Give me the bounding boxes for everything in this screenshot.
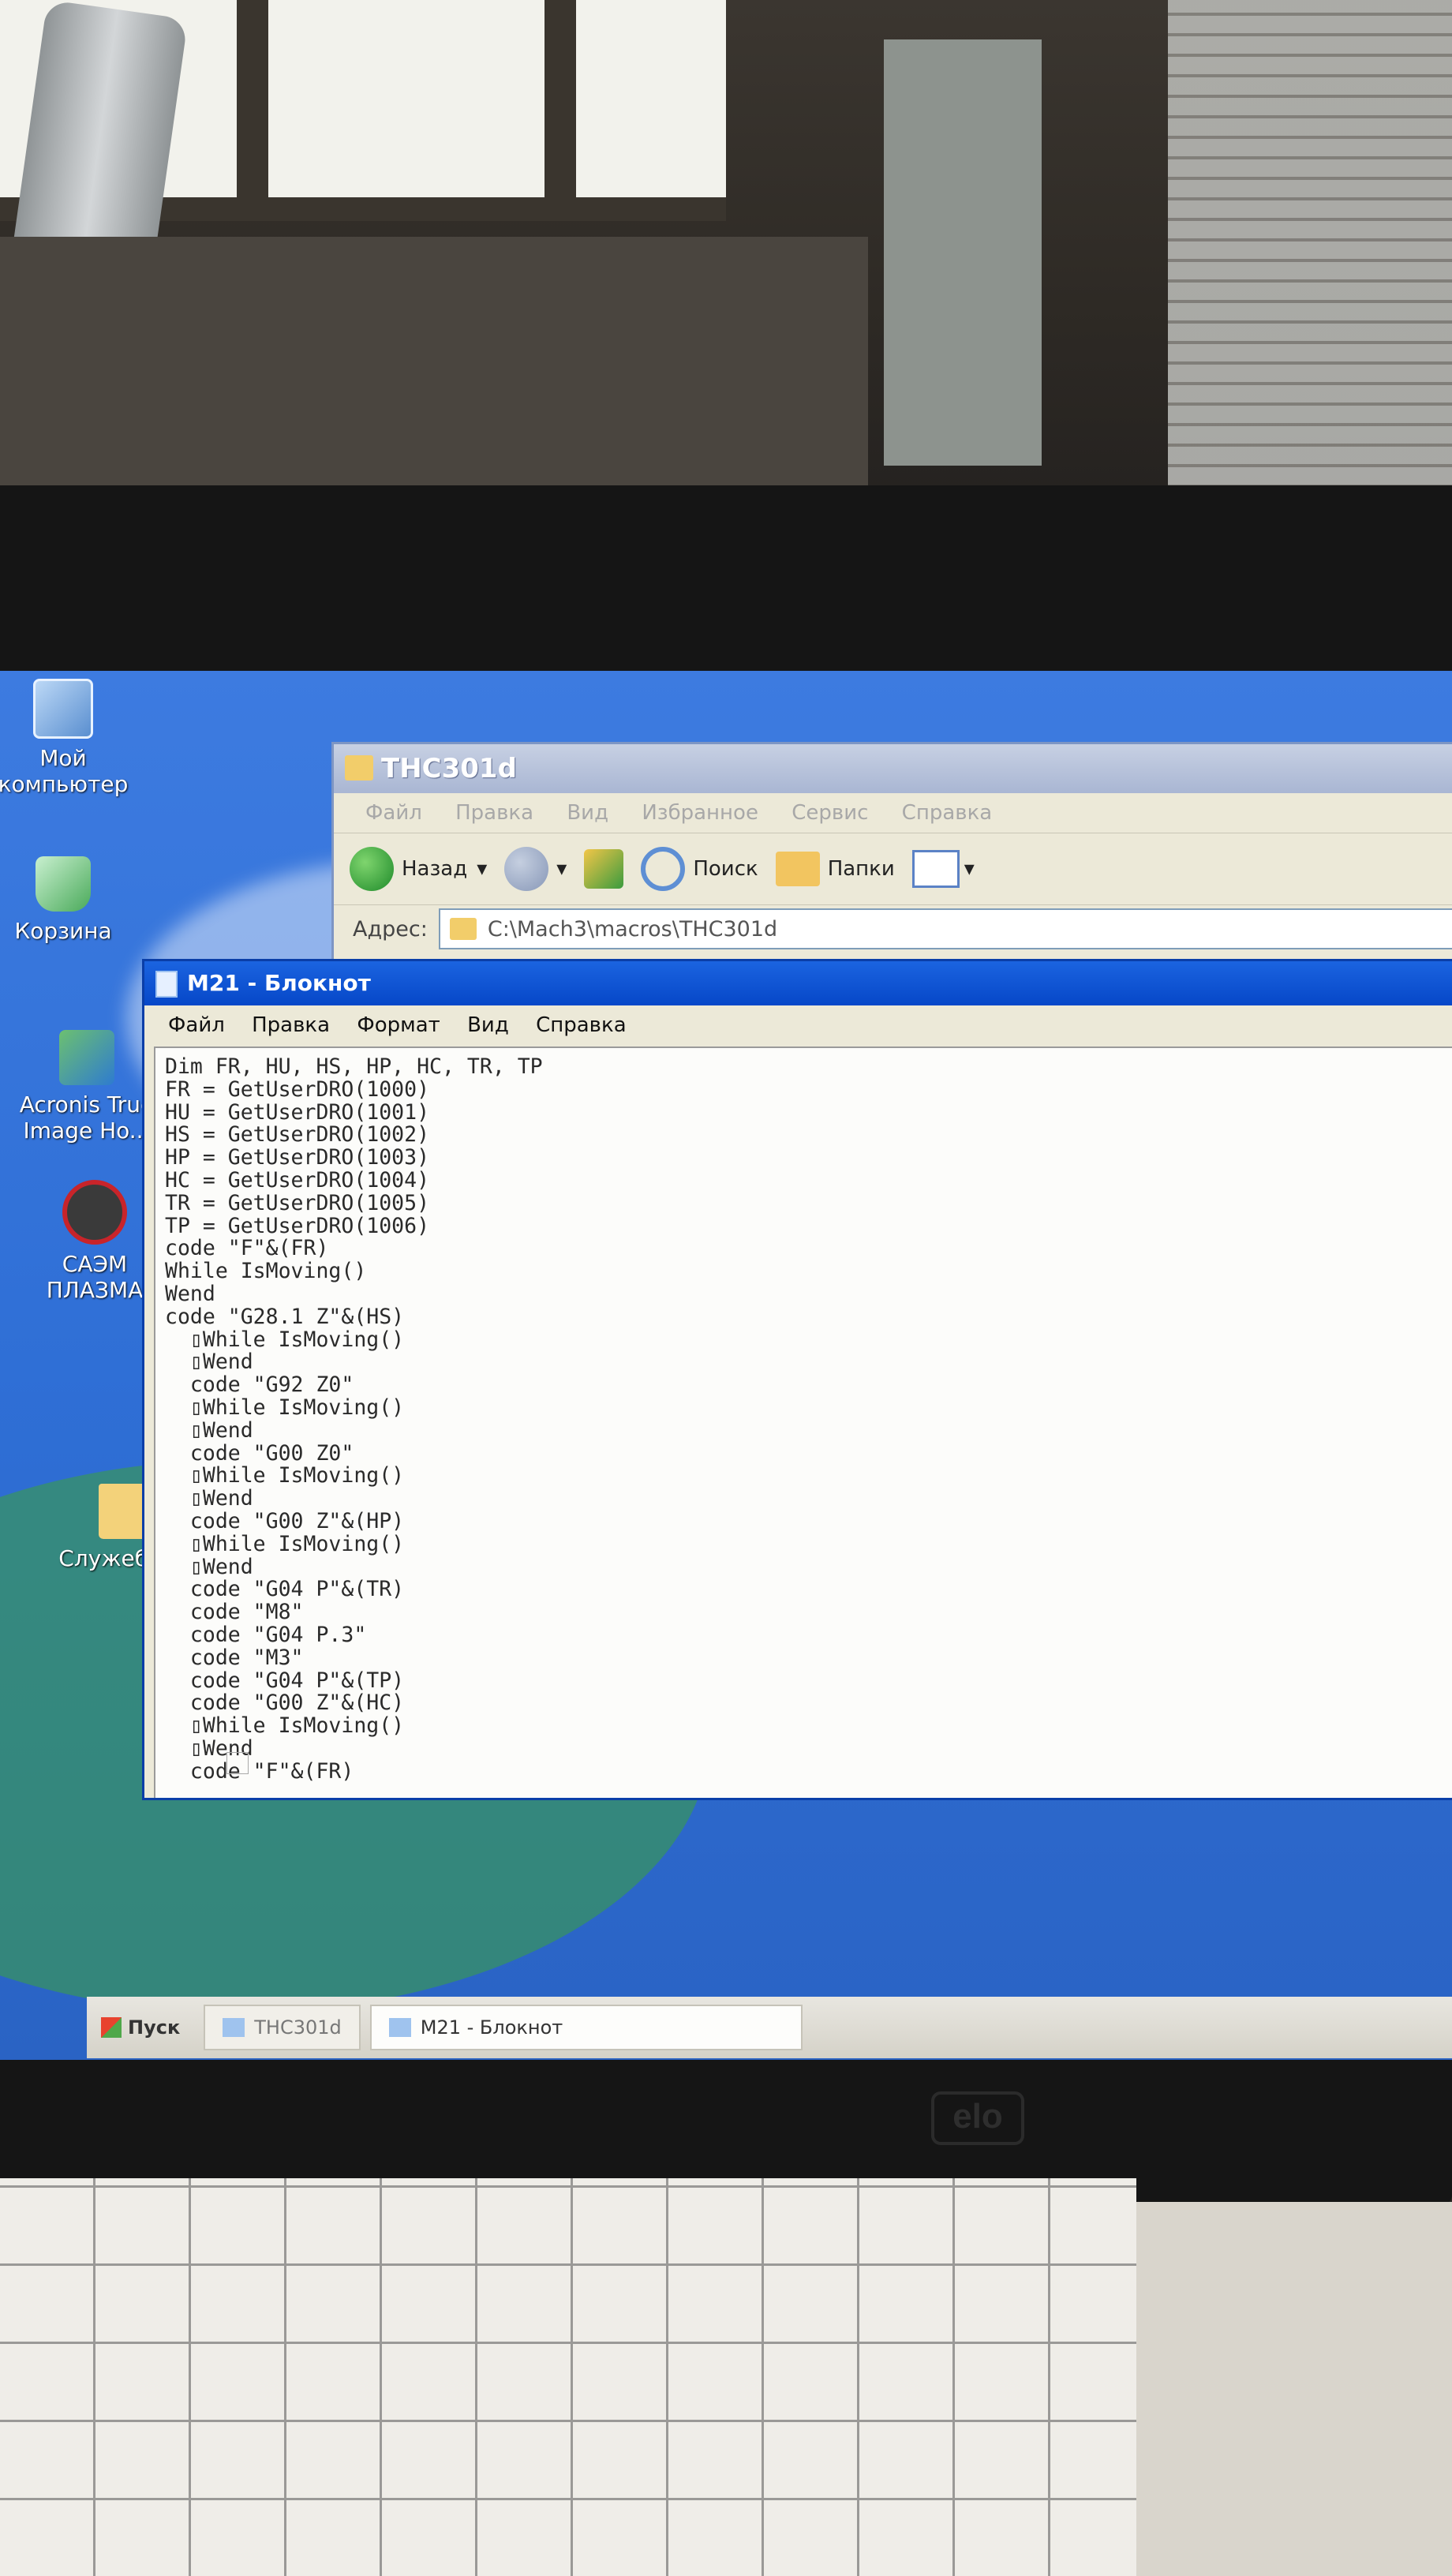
windows-logo-icon (101, 2017, 122, 2038)
np-menu-format[interactable]: Формат (357, 1013, 440, 1037)
code-line: ▯Wend (165, 1486, 253, 1511)
code-line: code "G04 P"&(TR) (165, 1577, 405, 1602)
workbench (0, 237, 868, 505)
explorer-titlebar[interactable]: THC301d (334, 744, 1452, 793)
paper-table (0, 2178, 1136, 2576)
scroll-corner (226, 1752, 249, 1774)
address-label: Адрес: (353, 916, 428, 942)
notepad-title: M21 - Блокнот (187, 970, 371, 996)
notepad-titlebar[interactable]: M21 - Блокнот (144, 961, 1452, 1005)
window-frame (237, 0, 268, 221)
up-folder-button[interactable] (584, 849, 624, 889)
code-line: ▯Wend (165, 1735, 253, 1761)
code-line: ▯Wend (165, 1417, 253, 1443)
folder-icon (223, 2018, 245, 2037)
code-line: code "G00 Z"&(HP) (165, 1508, 405, 1533)
chevron-down-icon: ▾ (477, 857, 488, 881)
desktop-icon-my-computer[interactable]: Мой компьютер (0, 679, 142, 797)
code-line: TR = GetUserDRO(1005) (165, 1190, 430, 1215)
code-line: ▯While IsMoving() (165, 1531, 405, 1556)
code-line: code "G00 Z0" (165, 1440, 354, 1466)
notepad-icon (388, 2018, 411, 2037)
plasma-app-icon (62, 1180, 127, 1245)
code-line: code "G28.1 Z"&(HS) (165, 1304, 405, 1329)
notepad-text-area[interactable]: Dim FR, HU, HS, HP, HC, TR, TP FR = GetUs… (154, 1046, 1452, 1798)
search-button[interactable]: Поиск (641, 847, 758, 891)
menu-edit[interactable]: Правка (455, 801, 533, 825)
code-line: Dim FR, HU, HS, HP, HC, TR, TP (165, 1054, 543, 1079)
explorer-toolbar: Назад ▾ ▾ Поиск Папки ▾ (334, 833, 1452, 905)
folder-icon (449, 918, 477, 940)
explorer-title: THC301d (381, 753, 517, 784)
menu-view[interactable]: Вид (567, 801, 608, 825)
background-room (0, 0, 1452, 505)
window-frame (544, 0, 576, 221)
code-line: HP = GetUserDRO(1003) (165, 1145, 430, 1170)
folders-icon (775, 852, 820, 886)
code-line: code "M8" (165, 1600, 304, 1625)
forward-arrow-icon (504, 847, 549, 891)
macro-code[interactable]: Dim FR, HU, HS, HP, HC, TR, TP FR = GetUs… (155, 1048, 1452, 1784)
taskbar-item-notepad[interactable]: M21 - Блокнот (369, 2005, 803, 2050)
taskbar: Пуск THC301d M21 - Блокнот (87, 1997, 1452, 2058)
menu-file[interactable]: Файл (365, 801, 422, 825)
cabinet (884, 39, 1042, 466)
back-arrow-icon (350, 847, 394, 891)
back-button[interactable]: Назад ▾ (350, 847, 487, 891)
taskbar-item-explorer[interactable]: THC301d (204, 2005, 361, 2050)
menu-favorites[interactable]: Избранное (642, 801, 758, 825)
start-button[interactable]: Пуск (87, 2004, 194, 2051)
code-line: HU = GetUserDRO(1001) (165, 1099, 430, 1125)
code-line: code "F"&(FR) (165, 1236, 329, 1261)
folders-button[interactable]: Папки (775, 852, 895, 886)
code-line: While IsMoving() (165, 1259, 367, 1284)
notepad-window[interactable]: M21 - Блокнот Файл Правка Формат Вид Спр… (142, 959, 1452, 1800)
forward-button[interactable]: ▾ (504, 847, 567, 891)
brick-wall (1168, 0, 1452, 505)
views-button[interactable]: ▾ (911, 850, 975, 888)
code-line: code "G92 Z0" (165, 1372, 354, 1398)
code-line: ▯While IsMoving() (165, 1395, 405, 1420)
menu-help[interactable]: Справка (902, 801, 993, 825)
np-menu-file[interactable]: Файл (168, 1013, 225, 1037)
folder-icon (345, 755, 373, 781)
menu-tools[interactable]: Сервис (791, 801, 868, 825)
np-menu-edit[interactable]: Правка (252, 1013, 330, 1037)
code-line: FR = GetUserDRO(1000) (165, 1076, 430, 1102)
notepad-menubar: Файл Правка Формат Вид Справка (144, 1005, 1452, 1045)
my-computer-icon (33, 679, 93, 739)
desktop-icon-recycle-bin[interactable]: Корзина (0, 856, 142, 944)
code-line: code "G04 P.3" (165, 1622, 367, 1647)
code-line: TP = GetUserDRO(1006) (165, 1213, 430, 1238)
code-line: HS = GetUserDRO(1002) (165, 1122, 430, 1148)
monitor-brand-logo: elo (931, 2091, 1024, 2145)
desktop-screen: Мой компьютер Корзина Acronis True Image… (0, 671, 1452, 2060)
code-line: HC = GetUserDRO(1004) (165, 1167, 430, 1193)
code-line: ▯While IsMoving() (165, 1713, 405, 1739)
code-line: ▯Wend (165, 1350, 253, 1375)
views-icon (911, 850, 960, 888)
desk-surface (1136, 2202, 1452, 2576)
chevron-down-icon: ▾ (556, 857, 567, 881)
code-line: ▯While IsMoving() (165, 1463, 405, 1488)
code-line: code "F"&(FR) (165, 1758, 354, 1784)
code-line: ▯While IsMoving() (165, 1327, 405, 1352)
np-menu-help[interactable]: Справка (536, 1013, 627, 1037)
chevron-down-icon: ▾ (964, 857, 975, 881)
address-bar: Адрес: C:\Mach3\macros\THC301d (334, 905, 1452, 953)
up-folder-icon (584, 849, 624, 889)
explorer-menubar: Файл Правка Вид Избранное Сервис Справка (334, 793, 1452, 833)
address-input[interactable]: C:\Mach3\macros\THC301d (438, 908, 1452, 949)
code-line: code "G04 P"&(TP) (165, 1668, 405, 1693)
code-line: ▯Wend (165, 1554, 253, 1579)
notepad-icon (155, 971, 178, 998)
code-line: code "M3" (165, 1645, 304, 1670)
recycle-bin-icon (36, 856, 91, 912)
acronis-icon (59, 1030, 114, 1085)
search-icon (641, 847, 686, 891)
code-line: Wend (165, 1281, 215, 1306)
np-menu-view[interactable]: Вид (467, 1013, 509, 1037)
code-line: code "G00 Z"&(HC) (165, 1690, 405, 1716)
